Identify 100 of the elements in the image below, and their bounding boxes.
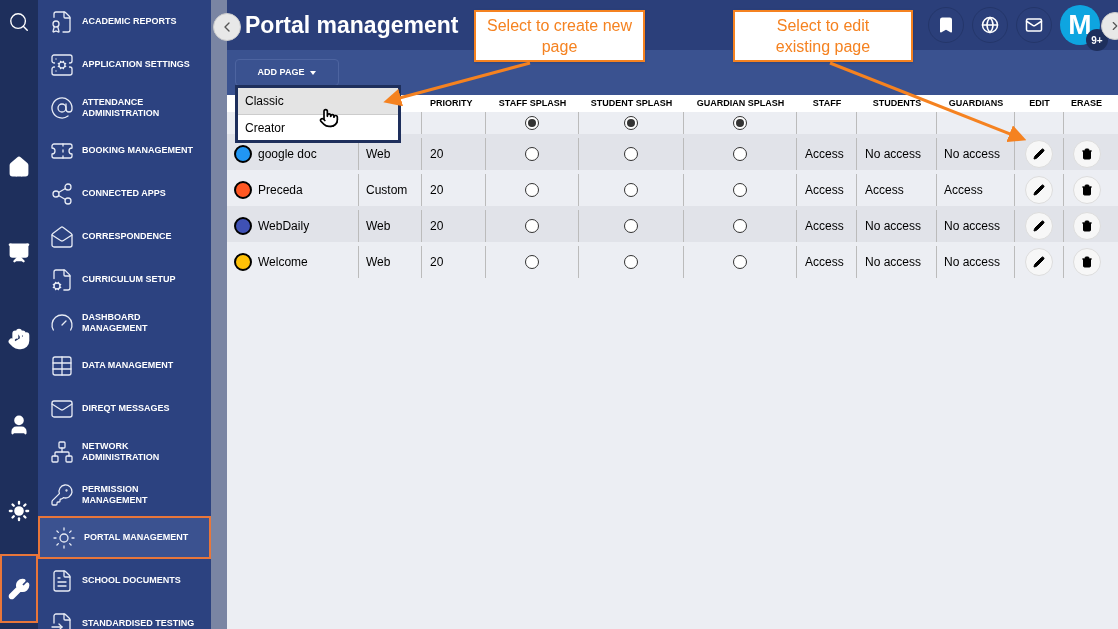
delete-button[interactable] [1072,176,1101,204]
radio-button[interactable] [624,183,638,197]
table-row[interactable]: WebDaily Web 20 Access No access No access [227,206,1118,242]
menu-item[interactable]: PERMISSION MANAGEMENT [38,473,211,516]
delete-button[interactable] [1072,248,1101,276]
menu-item-icon [50,181,74,206]
table-cell-text: Web [366,146,391,163]
edit-button[interactable] [1025,140,1053,168]
table-cell-text: Web [366,254,391,271]
menu-item-icon [50,439,74,464]
pointer-cursor-icon [319,108,339,128]
table-cell-text: 20 [430,146,444,163]
pencil-icon [1033,148,1045,160]
menu-item[interactable]: SCHOOL DOCUMENTS [38,559,211,602]
menu-item-icon [50,482,74,507]
page-name: WebDaily [258,218,310,235]
menu-item-icon [50,52,74,77]
table-cell-text: Access [805,254,844,271]
menu-item[interactable]: CONNECTED APPS [38,172,211,215]
table-cell-text: Access [805,182,844,199]
column-header: STUDENT SPLASH [590,96,673,110]
menu-item[interactable]: BOOKING MANAGEMENT [38,129,211,172]
page-name: Welcome [258,254,308,271]
radio-button[interactable] [525,219,539,233]
menu-item-icon [50,353,74,378]
menu-item[interactable]: DATA MANAGEMENT [38,344,211,387]
callout: Select to create new page [474,10,645,62]
menu-item-icon [50,611,74,629]
column-header: GUARDIANS [948,96,1004,110]
menu-item[interactable]: NETWORK ADMINISTRATION [38,430,211,473]
radio-button[interactable] [733,255,747,269]
radio-button[interactable] [525,183,539,197]
pencil-icon [1033,220,1045,232]
edit-button[interactable] [1025,248,1053,276]
mail-icon [1025,16,1043,34]
edit-button[interactable] [1025,176,1053,204]
radio-button[interactable] [624,147,638,161]
wrench-icon[interactable] [0,554,38,623]
table-row[interactable]: google doc Web 20 Access No access No access [227,134,1118,170]
table-cell-text: 20 [430,218,444,235]
radio-button[interactable] [624,255,638,269]
page-name: google doc [258,146,317,163]
caret-icon [310,70,317,75]
scrollbar[interactable] [211,0,227,629]
page-name: Preceda [258,182,303,199]
menu-item[interactable]: ATTENDANCE ADMINISTRATION [38,86,211,129]
radio-button[interactable] [733,116,747,130]
radio-button[interactable] [733,183,747,197]
column-header: GUARDIAN SPLASH [696,96,785,110]
table-cell-text: Access [805,146,844,163]
table-cell-text: Custom [366,182,408,199]
column-header: STAFF SPLASH [498,96,567,110]
table-cell-text: No access [944,146,1001,163]
menu-item-icon [50,9,74,34]
pencil-icon [1033,256,1045,268]
menu-item-icon [52,525,76,550]
trash-icon [1080,184,1093,196]
radio-button[interactable] [624,219,638,233]
table-cell-text: Access [865,182,904,199]
radio-button[interactable] [525,147,539,161]
table-cell-text: Access [944,182,983,199]
delete-button[interactable] [1072,140,1101,168]
table-cell-text: No access [865,146,922,163]
dropdown-option[interactable]: Classic [238,88,398,114]
radio-button[interactable] [733,219,747,233]
radio-button[interactable] [624,116,638,130]
radio-button[interactable] [525,116,539,130]
column-header: PRIORITY [430,96,473,110]
column-header: ERASE [1071,96,1102,110]
radio-button[interactable] [525,255,539,269]
bookmark-icon [937,16,955,34]
menu-item[interactable]: ACADEMIC REPORTS [38,0,211,43]
column-header: STAFF [812,96,842,110]
menu-item[interactable]: CURRICULUM SETUP [38,258,211,301]
menu-item[interactable]: DASHBOARD MANAGEMENT [38,301,211,344]
menu-item-icon [50,95,74,120]
delete-button[interactable] [1072,212,1101,240]
trash-icon [1080,220,1093,232]
page-title: Portal management [245,10,459,40]
globe-icon [981,16,999,34]
table-cell-text: Access [805,218,844,235]
table-cell-text: 20 [430,182,444,199]
radio-button[interactable] [733,147,747,161]
menu-item-icon [50,568,74,593]
menu-item-icon [50,267,74,292]
edit-button[interactable] [1025,212,1053,240]
column-header: STUDENTS [872,96,922,110]
menu-item[interactable]: DIREQT MESSAGES [38,387,211,430]
menu-item-icon [50,224,74,249]
callout: Select to edit existing page [733,10,913,62]
menu-item[interactable]: STANDARDISED TESTING [38,602,211,629]
table-cell-text: No access [865,254,922,271]
table-cell-text: 20 [430,254,444,271]
column-header: EDIT [1029,96,1050,110]
menu-item[interactable]: CORRESPONDENCE [38,215,211,258]
table-cell-text: No access [865,218,922,235]
menu-item[interactable]: PORTAL MANAGEMENT [38,516,211,559]
table-cell-text: Web [366,218,391,235]
trash-icon [1080,148,1093,160]
menu-item[interactable]: APPLICATION SETTINGS [38,43,211,86]
